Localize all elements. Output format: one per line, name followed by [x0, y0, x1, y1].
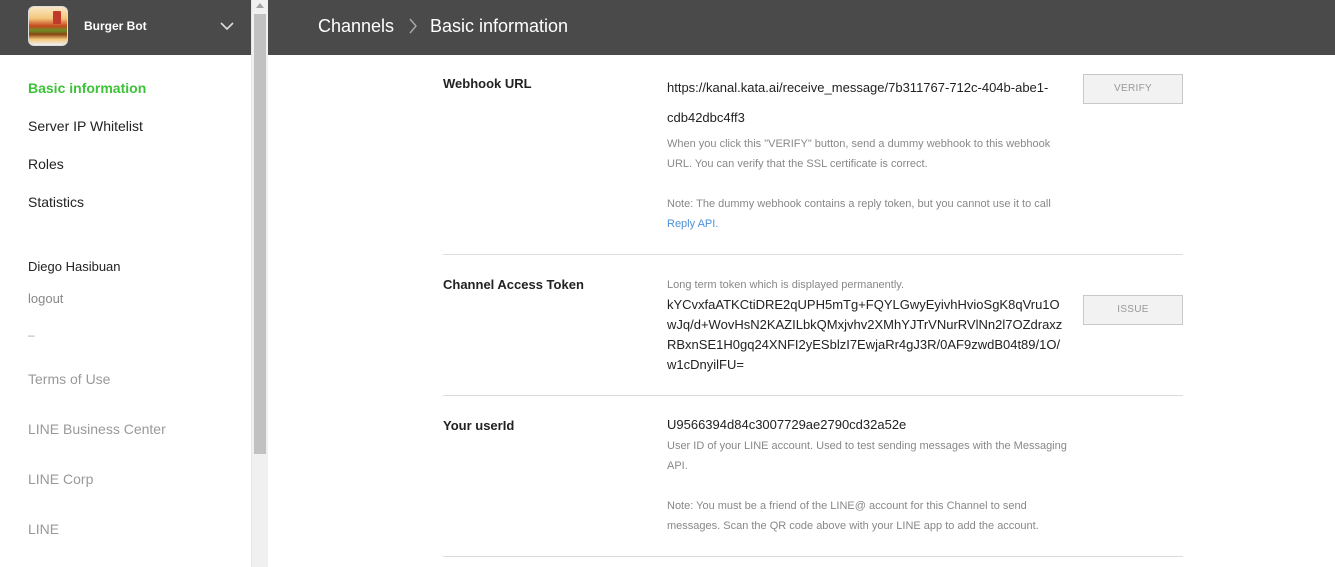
chevron-down-icon[interactable] — [220, 19, 234, 33]
scroll-up-arrow-icon[interactable] — [256, 3, 264, 8]
divider — [443, 254, 1183, 255]
user-id-help: User ID of your LINE account. Used to te… — [667, 440, 1067, 472]
webhook-url-label: Webhook URL — [443, 76, 532, 91]
scroll-thumb[interactable] — [254, 14, 266, 454]
verify-button[interactable]: VERIFY — [1083, 74, 1183, 104]
terms-of-use-link[interactable]: Terms of Use — [28, 371, 110, 387]
line-business-center-link[interactable]: LINE Business Center — [28, 421, 166, 437]
user-id-note: Note: You must be a friend of the LINE@ … — [667, 500, 1039, 532]
sidebar: Burger Bot Basic information Server IP W… — [0, 0, 251, 567]
line-link[interactable]: LINE — [28, 521, 59, 537]
sidebar-item-statistics[interactable]: Statistics — [28, 194, 84, 210]
webhook-note-text: Note: The dummy webhook contains a reply… — [667, 198, 1051, 210]
token-help: Long term token which is displayed perma… — [667, 279, 905, 291]
header-bar: Channels Basic information — [268, 0, 1335, 55]
webhook-url-value: https://kanal.kata.ai/receive_message/7b… — [667, 73, 1067, 133]
bot-avatar — [28, 6, 68, 46]
user-name: Diego Hasibuan — [28, 259, 121, 274]
separator: – — [28, 328, 35, 342]
sidebar-item-basic-information[interactable]: Basic information — [28, 80, 146, 96]
user-id-label: Your userId — [443, 418, 515, 433]
chevron-right-icon — [409, 18, 417, 34]
channel-access-token-label: Channel Access Token — [443, 277, 584, 292]
sidebar-item-roles[interactable]: Roles — [28, 156, 64, 172]
reply-api-link[interactable]: Reply API. — [667, 218, 718, 230]
line-corp-link[interactable]: LINE Corp — [28, 471, 93, 487]
sidebar-scrollbar[interactable] — [251, 0, 268, 567]
webhook-url-line-1: https://kanal.kata.ai/receive_message/7b… — [667, 80, 1049, 95]
sidebar-item-server-ip-whitelist[interactable]: Server IP Whitelist — [28, 118, 143, 134]
logout-link[interactable]: logout — [28, 291, 63, 306]
page-title: Basic information — [430, 16, 569, 36]
webhook-help: When you click this "VERIFY" button, sen… — [667, 138, 1051, 170]
webhook-url-line-2: cdb42dbc4ff3 — [667, 110, 745, 125]
breadcrumb-channels[interactable]: Channels — [318, 16, 394, 37]
channel-access-token-value: kYCvxfaATKCtiDRE2qUPH5mTg+FQYLGwyEyivhHv… — [667, 297, 1063, 372]
bot-name: Burger Bot — [84, 19, 147, 33]
divider — [443, 556, 1183, 557]
webhook-note: Note: The dummy webhook contains a reply… — [667, 194, 1067, 234]
bot-switcher[interactable]: Burger Bot — [0, 0, 251, 55]
divider — [443, 395, 1183, 396]
issue-button[interactable]: ISSUE — [1083, 295, 1183, 325]
